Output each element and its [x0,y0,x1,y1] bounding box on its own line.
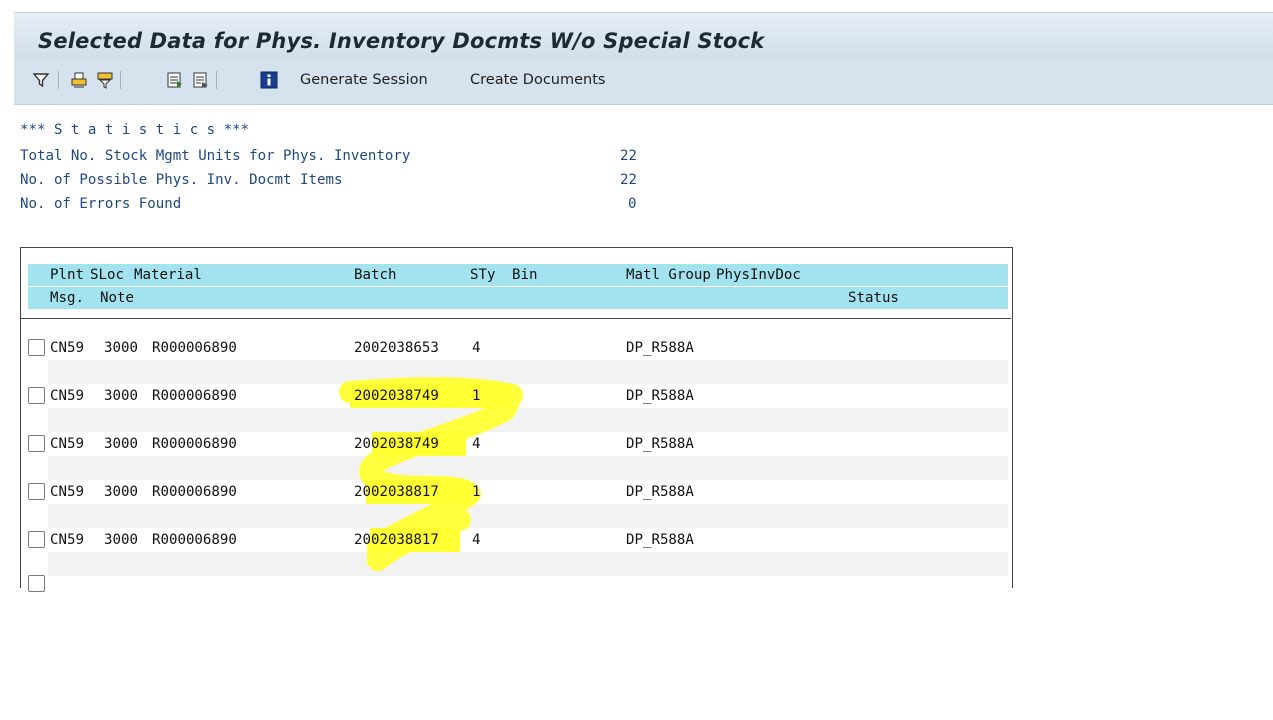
table-header-row-1: Plnt SLoc Material Batch STy Bin Matl Gr… [28,264,1008,286]
cell-sloc: 3000 [104,436,138,452]
cell-matl-group: DP_R588A [626,436,694,452]
cell-sty: 1 [472,388,481,404]
toolbar: Generate Session Create Documents [14,58,1273,105]
table-row[interactable]: CN59 3000 R000006890 2002038653 4 DP_R58… [28,336,1008,360]
cell-material: R000006890 [152,388,237,404]
cell-sloc: 3000 [104,340,138,356]
cell-sty: 4 [472,436,481,452]
cell-plnt: CN59 [50,532,84,548]
col-note: Note [100,290,134,306]
filter-icon[interactable] [30,69,52,91]
cell-matl-group: DP_R588A [626,484,694,500]
cell-batch: 2002038749 [354,436,439,452]
cell-plnt: CN59 [50,484,84,500]
cell-batch: 2002038817 [354,484,439,500]
generate-session-button[interactable]: Generate Session [300,72,428,88]
col-sloc: SLoc [90,267,124,283]
cell-material: R000006890 [152,340,237,356]
row-select-checkbox[interactable] [28,483,45,500]
col-plnt: Plnt [50,267,84,283]
export-list-icon[interactable] [190,69,212,91]
col-sty: STy [470,267,496,283]
col-batch: Batch [354,267,397,283]
export-icon[interactable] [164,69,186,91]
col-matl-group: Matl Group [626,267,711,283]
col-bin: Bin [512,267,538,283]
statistics-heading: *** S t a t i s t i c s *** [20,122,250,138]
cell-sloc: 3000 [104,484,138,500]
row-select-checkbox[interactable] [28,339,45,356]
print-filter-icon[interactable] [94,69,116,91]
cell-matl-group: DP_R588A [626,340,694,356]
row-select-checkbox[interactable] [28,387,45,404]
cell-sty: 1 [472,484,481,500]
col-msg: Msg. [50,290,84,306]
row-select-checkbox[interactable] [28,575,45,592]
print-icon[interactable] [68,69,90,91]
cell-material: R000006890 [152,532,237,548]
stat-label-total: Total No. Stock Mgmt Units for Phys. Inv… [20,148,411,164]
stat-label-possible: No. of Possible Phys. Inv. Docmt Items [20,172,343,188]
cell-matl-group: DP_R588A [626,532,694,548]
table-row[interactable]: CN59 3000 R000006890 2002038817 4 DP_R58… [28,528,1008,552]
row-select-checkbox[interactable] [28,531,45,548]
cell-sloc: 3000 [104,388,138,404]
col-material: Material [134,267,202,283]
table-row[interactable]: CN59 3000 R000006890 2002038749 4 DP_R58… [28,432,1008,456]
row-select-checkbox[interactable] [28,435,45,452]
cell-sty: 4 [472,532,481,548]
cell-plnt: CN59 [50,340,84,356]
cell-batch: 2002038653 [354,340,439,356]
stat-value-total: 22 [620,148,637,164]
cell-plnt: CN59 [50,388,84,404]
cell-batch: 2002038749 [354,388,439,404]
info-icon[interactable] [258,69,280,91]
stat-value-possible: 22 [620,172,637,188]
stat-value-errors: 0 [628,196,637,212]
page-title: Selected Data for Phys. Inventory Docmts… [38,29,765,53]
cell-material: R000006890 [152,484,237,500]
cell-sty: 4 [472,340,481,356]
table-row[interactable] [28,572,1008,596]
create-documents-button[interactable]: Create Documents [470,72,605,88]
cell-matl-group: DP_R588A [626,388,694,404]
table-header-row-2: Msg. Note Status [28,287,1008,309]
title-bar: Selected Data for Phys. Inventory Docmts… [14,12,1273,58]
stat-label-errors: No. of Errors Found [20,196,182,212]
col-status: Status [848,290,899,306]
table-row[interactable]: CN59 3000 R000006890 2002038817 1 DP_R58… [28,480,1008,504]
table-row[interactable]: CN59 3000 R000006890 2002038749 1 DP_R58… [28,384,1008,408]
cell-sloc: 3000 [104,532,138,548]
cell-material: R000006890 [152,436,237,452]
cell-plnt: CN59 [50,436,84,452]
col-physinvdoc: PhysInvDoc [716,267,801,283]
cell-batch: 2002038817 [354,532,439,548]
